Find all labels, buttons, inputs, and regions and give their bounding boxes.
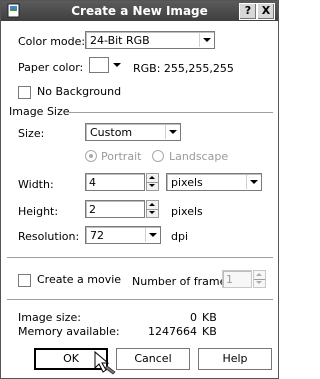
mouse-cursor-icon [94, 350, 116, 375]
spin-down-icon[interactable] [147, 182, 158, 190]
height-label: Height: [18, 205, 59, 218]
title-close-button[interactable]: X [257, 3, 275, 20]
memory-label: Memory available: [18, 325, 120, 338]
chevron-down-icon[interactable] [111, 59, 123, 71]
resolution-value: 72 [90, 229, 104, 242]
height-value: 2 [89, 203, 96, 216]
cancel-button[interactable]: Cancel [116, 348, 190, 370]
landscape-radio[interactable] [152, 150, 164, 162]
create-movie-checkbox[interactable] [18, 274, 31, 287]
chevron-down-icon [199, 33, 213, 47]
width-value: 4 [89, 176, 96, 189]
resolution-unit-label: dpi [171, 230, 189, 243]
spin-down-icon[interactable] [147, 209, 158, 217]
frames-input[interactable]: 1 [222, 270, 252, 288]
frames-label: Number of frames: [132, 275, 236, 288]
divider [7, 299, 273, 301]
color-mode-value: 24-Bit RGB [90, 34, 150, 47]
no-background-checkbox[interactable] [18, 86, 31, 99]
width-label: Width: [18, 178, 54, 191]
height-spinner[interactable] [146, 200, 159, 218]
resolution-label: Resolution: [18, 230, 80, 243]
spin-down-icon[interactable] [254, 279, 265, 287]
create-movie-label: Create a movie [37, 273, 122, 286]
size-label: Size: [18, 127, 45, 140]
no-background-label: No Background [37, 85, 122, 98]
width-unit-select[interactable]: pixels [166, 173, 262, 191]
image-size-group-label: Image Size [9, 105, 70, 118]
memory-value: 1247664 [148, 325, 197, 338]
chevron-down-icon [246, 175, 260, 189]
width-spinner[interactable] [146, 173, 159, 191]
color-mode-label: Color mode: [18, 35, 86, 48]
size-value: Custom [90, 126, 133, 139]
image-size-info-unit: KB [202, 311, 217, 324]
help-button[interactable]: Help [198, 348, 272, 370]
chevron-down-icon [165, 125, 179, 139]
dialog-window: Create a New Image ? X Color mode: 24-Bi… [0, 0, 279, 379]
window-title: Create a New Image [71, 4, 208, 18]
memory-unit: KB [202, 325, 217, 338]
landscape-label: Landscape [169, 150, 229, 163]
frames-value: 1 [226, 273, 233, 286]
width-unit-value: pixels [171, 176, 203, 189]
title-bar[interactable]: Create a New Image ? X [1, 1, 278, 21]
image-size-info-label: Image size: [18, 311, 81, 324]
paper-color-label: Paper color: [18, 61, 84, 74]
size-select[interactable]: Custom [85, 123, 181, 141]
resolution-select[interactable]: 72 [85, 226, 161, 244]
frames-spinner[interactable] [253, 270, 266, 288]
chevron-down-icon [145, 228, 159, 242]
paper-color-swatch[interactable] [89, 57, 109, 73]
portrait-label: Portrait [101, 150, 142, 163]
height-input[interactable]: 2 [85, 200, 145, 218]
width-input[interactable]: 4 [85, 173, 145, 191]
image-size-info-value: 0 [190, 311, 197, 324]
color-mode-select[interactable]: 24-Bit RGB [85, 31, 215, 49]
divider [7, 257, 273, 259]
title-help-button[interactable]: ? [239, 3, 257, 20]
paper-color-rgb: RGB: 255,255,255 [133, 62, 234, 75]
portrait-radio[interactable] [85, 150, 97, 162]
image-size-divider [69, 112, 273, 114]
height-unit-label: pixels [171, 205, 203, 218]
